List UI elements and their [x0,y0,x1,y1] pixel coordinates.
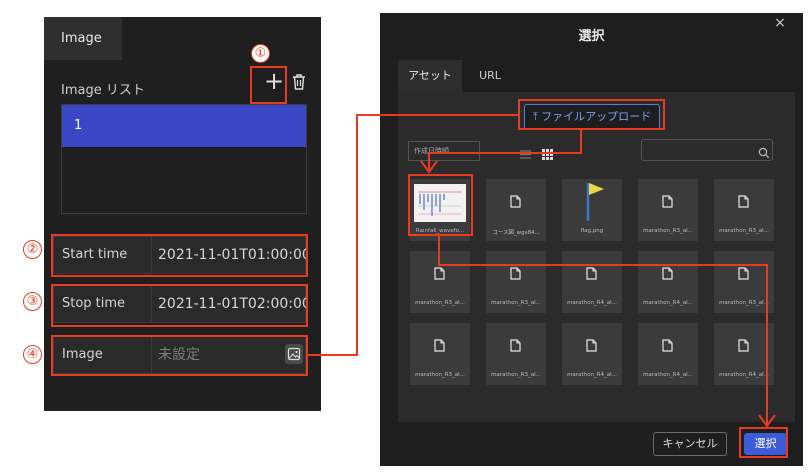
file-icon [586,337,597,352]
close-icon[interactable]: × [772,15,788,31]
file-icon [434,337,445,352]
file-icon [662,265,673,280]
asset-tile[interactable]: marathon_R3_al... [410,323,470,385]
connector-line [438,236,440,266]
asset-tile[interactable]: marathon_R3_al... [486,251,546,313]
asset-name: marathon_R3_al... [415,372,465,378]
connector-line [356,114,518,116]
dialog-title: 選択 [578,29,605,44]
asset-tile[interactable]: marathon_R4_al... [638,251,698,313]
list-view-icon[interactable] [520,145,531,159]
arrow-head [758,414,776,428]
sort-select[interactable]: 作成日時順 [408,141,480,161]
asset-name: marathon_R3_al... [643,228,693,234]
asset-name: コース図_wgs84... [492,230,540,236]
asset-name: marathon_R4_al... [567,372,617,378]
asset-tile[interactable]: marathon_R3_al... [714,251,774,313]
tab-image[interactable]: Image [44,17,122,60]
asset-tile[interactable]: marathon_R4_al... [638,323,698,385]
tab-assets[interactable]: アセット [398,60,462,92]
asset-name: flag.png [580,228,604,234]
asset-name: marathon_R3_al... [415,300,465,306]
asset-name: marathon_R3_al... [491,372,541,378]
file-icon [510,337,521,352]
file-icon [662,193,673,208]
asset-name: marathon_R3_al... [719,300,769,306]
upload-highlight [518,99,665,130]
search-icon [758,144,770,159]
search-input[interactable] [641,139,773,161]
asset-name: marathon_R4_al... [643,300,693,306]
trash-icon[interactable] [292,74,306,90]
annotation-1: ① [251,44,270,63]
arrow-head [420,160,438,174]
file-icon [738,337,749,352]
asset-name: marathon_R4_al... [643,372,693,378]
asset-tile[interactable]: marathon_R3_al... [486,323,546,385]
connector-line [308,354,357,356]
asset-tile[interactable]: marathon_R4_al... [714,323,774,385]
asset-tile[interactable]: marathon_R3_al... [714,179,774,241]
file-icon [586,265,597,280]
image-field-highlight [51,335,308,376]
connector-line [356,114,358,356]
asset-tile[interactable]: marathon_R3_al... [638,179,698,241]
annotation-3: ③ [23,292,42,311]
asset-name: marathon_R4_al... [567,300,617,306]
file-icon [510,265,521,280]
connector-line [766,264,768,424]
asset-name: marathon_R3_al... [491,300,541,306]
stop-time-highlight [51,284,308,327]
file-icon [738,193,749,208]
start-time-highlight [51,234,308,277]
asset-tile[interactable]: marathon_R3_al... [410,251,470,313]
flag-icon [586,181,606,221]
asset-tile[interactable]: marathon_R4_al... [562,323,622,385]
image-list-title: Image リスト [61,83,145,98]
asset-name: marathon_R4_al... [719,372,769,378]
file-icon [434,265,445,280]
asset-tile[interactable]: コース図_wgs84... [486,179,546,241]
grid-view-icon[interactable] [542,145,553,160]
file-icon [662,337,673,352]
list-item[interactable]: 1 [62,105,306,147]
connector-line [438,264,768,266]
asset-tile[interactable]: marathon_R4_al... [562,251,622,313]
connector-line [428,152,582,154]
connector-line [580,130,582,154]
annotation-4: ④ [23,345,42,364]
select-dialog: 選択 × アセット URL ⤒ ファイルアップロード 作成日時順 Rainfal… [380,13,803,466]
annotation-2: ② [23,240,42,259]
asset-name: marathon_R3_al... [719,228,769,234]
add-highlight [250,66,287,104]
cancel-button[interactable]: キャンセル [653,432,727,456]
asset-tile[interactable]: flag.png [562,179,622,241]
file-icon [738,265,749,280]
tab-url[interactable]: URL [470,60,510,92]
image-list: 1 [61,104,307,214]
file-icon [510,193,521,208]
select-highlight [739,427,788,458]
asset-highlight [408,174,473,236]
